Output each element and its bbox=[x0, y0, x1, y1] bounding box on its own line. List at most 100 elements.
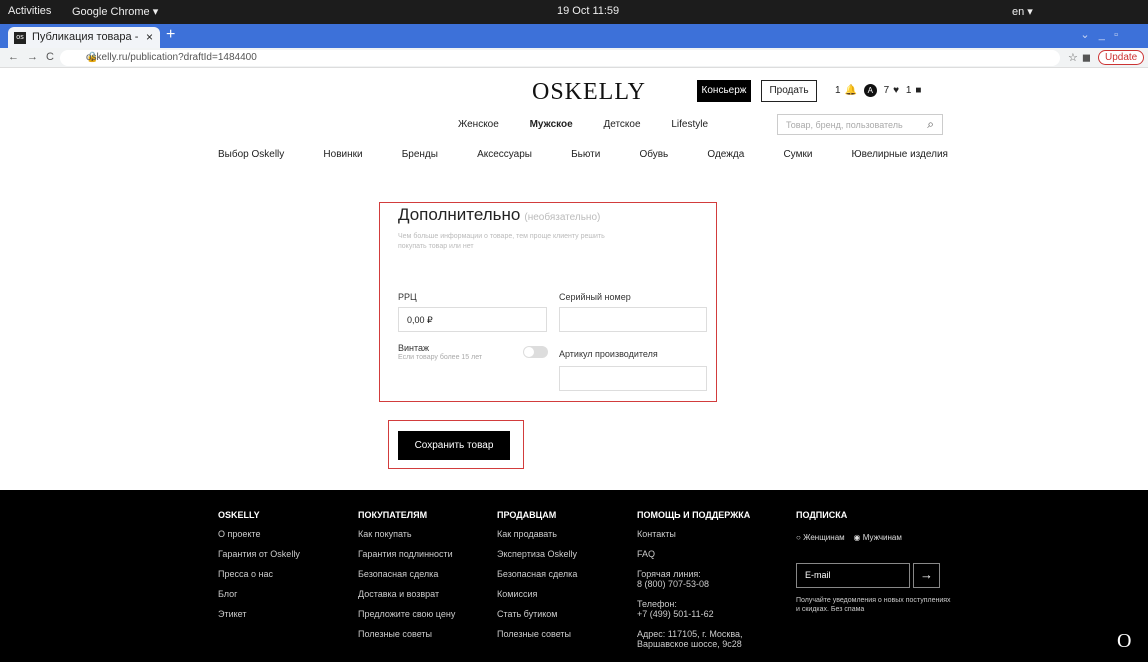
footer-link-contacts[interactable]: Контакты bbox=[637, 529, 757, 539]
category-item[interactable]: Ювелирные изделия bbox=[852, 149, 948, 160]
favorites-count: 7 bbox=[883, 85, 890, 96]
header-counters: 1 🔔 A 7 ♥ 1 ■ bbox=[835, 84, 925, 97]
footer-address: Адрес: 117105, г. Москва, Варшавское шос… bbox=[637, 629, 743, 649]
footer-heading: ПОМОЩЬ И ПОДДЕРЖКА bbox=[637, 510, 751, 520]
nav-men[interactable]: Мужское bbox=[530, 119, 573, 130]
footer-link[interactable]: Полезные советы bbox=[497, 629, 577, 639]
phone-label: Телефон: bbox=[637, 599, 677, 609]
category-nav: Выбор Oskelly Новинки Бренды Аксессуары … bbox=[218, 149, 948, 160]
radio-women[interactable]: ○ Женщинам bbox=[796, 533, 845, 542]
new-tab-button[interactable]: + bbox=[166, 26, 175, 44]
footer-link[interactable]: Пресса о нас bbox=[218, 569, 300, 579]
nav-lifestyle[interactable]: Lifestyle bbox=[671, 119, 708, 130]
footer-link[interactable]: Безопасная сделка bbox=[497, 569, 577, 579]
footer-link[interactable]: Блог bbox=[218, 589, 300, 599]
footer-heading: OSKELLY bbox=[218, 510, 260, 520]
email-input[interactable]: E-mail bbox=[796, 563, 910, 588]
footer-link[interactable]: О проекте bbox=[218, 529, 300, 539]
search-placeholder: Товар, бренд, пользователь bbox=[786, 120, 903, 130]
footer-link-faq[interactable]: FAQ bbox=[637, 549, 757, 559]
category-item[interactable]: Новинки bbox=[323, 149, 362, 160]
category-item[interactable]: Аксессуары bbox=[477, 149, 532, 160]
vintage-hint: Если товару более 15 лет bbox=[398, 354, 483, 361]
radio-men-label: Мужчинам bbox=[862, 533, 902, 542]
activities-button[interactable]: Activities bbox=[8, 5, 51, 17]
footer-link[interactable]: Как покупать bbox=[358, 529, 455, 539]
footer-link[interactable]: Доставка и возврат bbox=[358, 589, 455, 599]
radio-women-label: Женщинам bbox=[803, 533, 845, 542]
footer-link[interactable]: Как продавать bbox=[497, 529, 577, 539]
vintage-label: Винтаж bbox=[398, 343, 430, 353]
footer-col-help: ПОМОЩЬ И ПОДДЕРЖКА Контакты FAQ Горячая … bbox=[637, 510, 757, 649]
footer-link[interactable]: Безопасная сделка bbox=[358, 569, 455, 579]
update-button[interactable]: Update bbox=[1098, 50, 1145, 65]
footer-heading: ПОКУПАТЕЛЯМ bbox=[358, 510, 428, 520]
subscribe-note: Получайте уведомления о новых поступлени… bbox=[796, 597, 951, 613]
footer-link[interactable]: Гарантия от Oskelly bbox=[218, 549, 300, 559]
subscribe-arrow-button[interactable]: → bbox=[913, 563, 940, 588]
subscribe-gender-radios: ○ Женщинам ◉ Мужчинам bbox=[796, 533, 902, 542]
footer-link[interactable]: Предложите свою цену bbox=[358, 609, 455, 619]
vintage-toggle[interactable] bbox=[523, 346, 548, 358]
serial-number-input[interactable] bbox=[559, 307, 707, 332]
serial-number-label: Серийный номер bbox=[559, 292, 631, 302]
section-title-text: Дополнительно bbox=[398, 205, 521, 224]
footer-heading: ПРОДАВЦАМ bbox=[497, 510, 557, 520]
footer-logo-mark: O bbox=[1117, 630, 1132, 652]
search-input[interactable]: Товар, бренд, пользователь ⌕ bbox=[777, 114, 943, 135]
tab-favicon-icon: os bbox=[14, 32, 26, 44]
cart-count: 1 bbox=[905, 85, 912, 96]
bag-icon[interactable]: ■ bbox=[915, 85, 921, 96]
heart-icon[interactable]: ♥ bbox=[893, 85, 899, 96]
browser-tab[interactable]: os Публикация товара - Ин × bbox=[8, 27, 160, 48]
tab-title: Публикация товара - Ин bbox=[32, 31, 142, 43]
url-field[interactable]: 🔒 oskelly.ru/publication?draftId=1484400 bbox=[60, 50, 1060, 66]
footer-link[interactable]: Этикет bbox=[218, 609, 300, 619]
nav-buttons[interactable]: ←→C bbox=[8, 51, 62, 63]
optional-note: (необязательно) bbox=[524, 212, 601, 223]
category-item[interactable]: Сумки bbox=[783, 149, 812, 160]
footer-col-oskelly: OSKELLY О проекте Гарантия от Oskelly Пр… bbox=[218, 510, 300, 629]
radio-men[interactable]: ◉ Мужчинам bbox=[854, 533, 902, 542]
category-item[interactable]: Одежда bbox=[707, 149, 744, 160]
tab-close-icon[interactable]: × bbox=[146, 30, 153, 44]
section-subtitle: Чем больше информации о товаре, тем прощ… bbox=[398, 233, 605, 250]
clock[interactable]: 19 Oct 11:59 bbox=[557, 5, 619, 17]
toolbar-icons[interactable]: ☆◼ bbox=[1068, 51, 1095, 64]
footer-col-buyers: ПОКУПАТЕЛЯМ Как покупать Гарантия подлин… bbox=[358, 510, 455, 649]
search-icon[interactable]: ⌕ bbox=[927, 117, 934, 132]
footer-heading: ПОДПИСКА bbox=[796, 510, 848, 520]
footer-link[interactable]: Экспертиза Oskelly bbox=[497, 549, 577, 559]
profile-icon[interactable]: A bbox=[863, 84, 877, 97]
footer-link[interactable]: Полезные советы bbox=[358, 629, 455, 639]
url-text: oskelly.ru/publication?draftId=1484400 bbox=[86, 52, 257, 63]
category-item[interactable]: Обувь bbox=[639, 149, 668, 160]
hotline-number[interactable]: 8 (800) 707-53-08 bbox=[637, 579, 757, 589]
site-logo[interactable]: OSKELLY bbox=[532, 79, 646, 106]
footer-col-sellers: ПРОДАВЦАМ Как продавать Экспертиза Oskel… bbox=[497, 510, 577, 649]
phone-number[interactable]: +7 (499) 501-11-62 bbox=[637, 609, 757, 619]
footer-link[interactable]: Стать бутиком bbox=[497, 609, 577, 619]
language-indicator[interactable]: en ▾ bbox=[1012, 5, 1033, 18]
window-controls[interactable]: ⌄ _ ▫ bbox=[1080, 28, 1118, 41]
rrp-input[interactable]: 0,00 ₽ bbox=[398, 307, 547, 332]
nav-women[interactable]: Женское bbox=[458, 119, 499, 130]
notifications-count: 1 bbox=[835, 85, 841, 96]
concierge-button[interactable]: Консьерж bbox=[697, 80, 751, 102]
footer-link[interactable]: Гарантия подлинности bbox=[358, 549, 455, 559]
footer-link[interactable]: Комиссия bbox=[497, 589, 577, 599]
bell-icon[interactable]: 🔔 bbox=[845, 85, 857, 96]
site-footer: OSKELLY О проекте Гарантия от Oskelly Пр… bbox=[0, 490, 1148, 662]
category-item[interactable]: Бренды bbox=[402, 149, 438, 160]
article-input[interactable] bbox=[559, 366, 707, 391]
sell-button[interactable]: Продать bbox=[761, 80, 817, 102]
save-product-button[interactable]: Сохранить товар bbox=[398, 431, 510, 460]
article-label: Артикул производителя bbox=[559, 349, 658, 359]
address-bar: ←→C 🔒 oskelly.ru/publication?draftId=148… bbox=[0, 48, 1148, 68]
category-item[interactable]: Выбор Oskelly bbox=[218, 149, 284, 160]
rrp-label: РРЦ bbox=[398, 292, 417, 302]
category-item[interactable]: Бьюти bbox=[571, 149, 600, 160]
footer-col-subscribe: ПОДПИСКА bbox=[796, 510, 847, 529]
app-menu[interactable]: Google Chrome ▾ bbox=[72, 5, 158, 18]
nav-kids[interactable]: Детское bbox=[603, 119, 640, 130]
